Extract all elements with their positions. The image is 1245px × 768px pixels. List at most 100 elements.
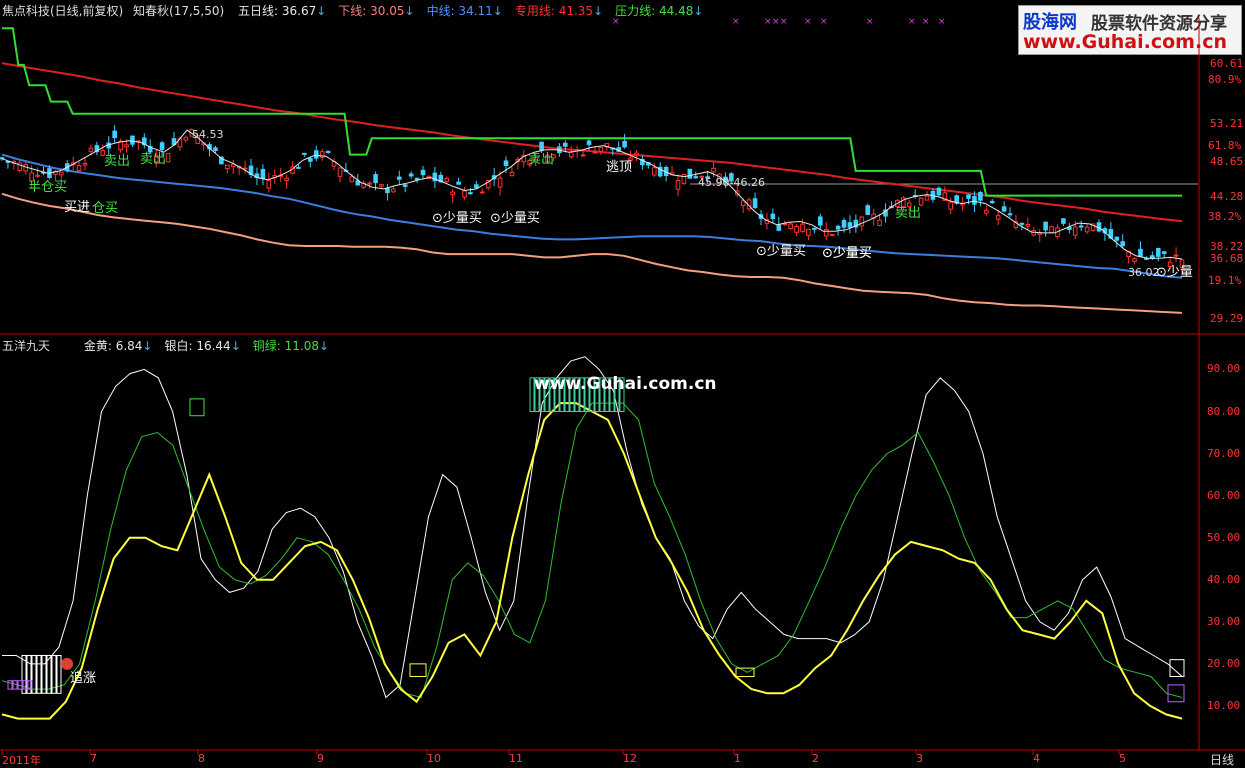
candle-body: [1155, 247, 1161, 257]
price-tick-4: 38.22: [1210, 239, 1244, 253]
candle-body: [213, 147, 218, 151]
center-watermark: www.Guhai.com.cn: [534, 374, 717, 394]
candle-body: [972, 195, 977, 205]
candle-body: [88, 147, 94, 152]
candle-body: [1025, 223, 1031, 227]
candle-body: [800, 223, 805, 232]
end-box-purple: [1167, 684, 1185, 703]
candle-body: [948, 201, 954, 210]
indicator-line-2: [1, 402, 1183, 720]
hist-bottom-purple: [7, 680, 33, 690]
candle-body: [302, 152, 307, 155]
signal-cross-6: ×: [820, 17, 828, 27]
candle-body: [978, 191, 983, 201]
candle-body: [1114, 236, 1120, 241]
hist-bar: [36, 654, 42, 694]
hist-bar: [31, 654, 37, 694]
price-label-1: 45.90-46.26: [698, 176, 765, 189]
candle-body: [1173, 254, 1179, 257]
candle-body: [456, 181, 461, 185]
candle-body: [711, 167, 716, 173]
candle-body: [266, 179, 272, 189]
candle-body: [58, 171, 64, 176]
candle-body: [480, 191, 485, 194]
candle-body: [391, 188, 396, 193]
candle-body: [675, 179, 681, 190]
sub-signal-label-0: 追涨: [70, 671, 97, 686]
signal-label-5: ⊙少量买: [432, 211, 482, 226]
candle-body: [349, 176, 355, 183]
date-tick-9: 3: [916, 752, 923, 765]
candle-body: [367, 182, 372, 185]
candle-body: [823, 229, 829, 237]
price-tick-2: 48.65: [1210, 154, 1244, 168]
candle-body: [1001, 206, 1007, 212]
candle-body: [76, 165, 82, 172]
price-tick-6: 29.29: [1210, 312, 1244, 326]
signal-label-4: 卖出: [140, 152, 167, 167]
hist-bar: [7, 680, 13, 690]
signal-label-12: ⊙少量: [1156, 265, 1193, 280]
date-tick-3: 9: [317, 752, 324, 765]
candle-body: [989, 200, 995, 204]
signal-label-11: ⊙少量买: [822, 246, 872, 261]
candle-body: [444, 178, 450, 182]
price-tick-1: 53.21: [1210, 117, 1244, 131]
candle-body: [835, 225, 841, 230]
price-label-0: 54.53: [192, 128, 224, 141]
candle-body: [634, 152, 639, 156]
candle-body: [794, 225, 799, 233]
pct-tick-1: 61.8%: [1208, 139, 1242, 153]
signal-label-8: 逃顶: [606, 160, 633, 175]
candle-body: [1132, 258, 1137, 262]
series-line-1: [1, 192, 1183, 314]
candle-body: [313, 150, 319, 159]
candle-body: [319, 151, 325, 158]
pct-tick-0: 80.9%: [1208, 73, 1242, 87]
candle-body: [995, 215, 1001, 220]
candle-body: [580, 154, 586, 157]
indicator-tick-1: 80.00: [1207, 404, 1241, 418]
period-label[interactable]: 日线: [1210, 751, 1234, 768]
candle-body: [130, 135, 135, 145]
pct-tick-3: 19.1%: [1208, 274, 1242, 288]
indicator-line-1: [1, 402, 1183, 699]
hist-bar: [56, 654, 62, 694]
candle-body: [385, 188, 390, 194]
signal-cross-2: ×: [764, 17, 772, 27]
price-label-2: 36.02: [1128, 266, 1160, 279]
signal-label-0: 半仓买: [28, 180, 68, 195]
price-panel: [0, 27, 1198, 314]
price-tick-0: 60.61: [1210, 56, 1244, 70]
candle-body: [260, 168, 266, 179]
candle-body: [165, 153, 171, 163]
candle-body: [308, 157, 313, 162]
candle-body: [770, 213, 776, 220]
candle-body: [497, 177, 503, 188]
price-tick-3: 44.28: [1210, 190, 1244, 204]
candle-body: [509, 171, 515, 177]
indicator-tick-4: 50.00: [1207, 530, 1241, 544]
candle-body: [847, 222, 853, 228]
candle-body: [408, 173, 414, 177]
date-tick-11: 5: [1119, 752, 1126, 765]
signal-cross-5: ×: [804, 17, 812, 27]
candle-body: [966, 194, 971, 199]
series-line-2: [1, 153, 1183, 279]
series-line-4: [2, 27, 1182, 197]
indicator-line-0: [2, 356, 1183, 699]
date-tick-6: 12: [623, 752, 637, 765]
candle-body: [788, 223, 793, 229]
signal-cross-4: ×: [780, 17, 788, 27]
trough-box-2: [735, 667, 755, 677]
candle-body: [592, 151, 598, 154]
candle-body: [865, 205, 871, 215]
indicator-tick-5: 40.00: [1207, 572, 1241, 586]
signal-cross-8: ×: [908, 17, 916, 27]
candle-body: [462, 190, 467, 198]
signal-label-13: 卖出: [895, 206, 922, 221]
down-arrow-icon: ↓: [230, 339, 241, 353]
indicator-tick-8: 10.00: [1207, 698, 1241, 712]
indicator-tick-6: 30.00: [1207, 614, 1241, 628]
date-tick-7: 1: [734, 752, 741, 765]
